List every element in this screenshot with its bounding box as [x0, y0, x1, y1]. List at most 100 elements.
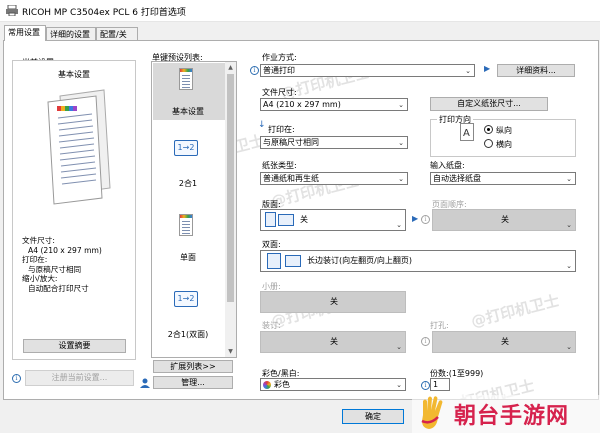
radio-landscape[interactable] — [484, 139, 493, 148]
paper-type-select[interactable]: 普通纸和再生纸 ⌄ — [260, 172, 408, 185]
job-type-select[interactable]: 普通打印 ⌄ — [260, 64, 475, 77]
preset-2in1[interactable]: 1→2 2合1 — [155, 138, 221, 194]
info-line: 与原稿尺寸相同 — [28, 264, 82, 274]
info-line: 自动配合打印尺寸 — [28, 283, 89, 293]
current-settings-name: 基本设置 — [58, 70, 90, 79]
window-title: RICOH MP C3504ex PCL 6 打印首选项 — [22, 8, 186, 18]
page-order-value: 关 — [501, 215, 509, 224]
document-icon — [179, 68, 193, 90]
manage-button[interactable]: 管理... — [153, 376, 233, 389]
play-arrow-icon: ▶ — [484, 64, 491, 73]
doc-size-label: 文件尺寸: — [262, 88, 297, 97]
chevron-down-icon: ⌄ — [566, 175, 572, 183]
ok-button[interactable]: 确定 — [342, 409, 404, 424]
punch-value: 关 — [501, 337, 509, 346]
chevron-down-icon: ⌄ — [566, 343, 572, 351]
page-order-select[interactable]: 关 ⌄ — [432, 209, 576, 231]
info-icon: i — [421, 215, 430, 224]
n-up-icon: 1→2 — [174, 291, 198, 307]
scroll-down-icon[interactable]: ▼ — [226, 348, 235, 355]
chevron-down-icon: ⌄ — [566, 221, 572, 229]
staple-select[interactable]: 关 ⌄ — [260, 331, 406, 353]
staple-value: 关 — [330, 337, 338, 346]
preset-label: 单面 — [180, 253, 196, 262]
title-bar: RICOH MP C3504ex PCL 6 打印首选项 — [0, 0, 600, 22]
doc-size-select[interactable]: A4 (210 x 297 mm) ⌄ — [260, 98, 408, 111]
preset-basic[interactable]: 基本设置 — [155, 66, 221, 122]
chevron-down-icon: ⌄ — [465, 67, 471, 75]
register-current-settings-button[interactable]: 注册当前设置... — [25, 370, 134, 386]
input-tray-select[interactable]: 自动选择纸盘 ⌄ — [430, 172, 576, 185]
info-icon: i — [12, 374, 21, 383]
chevron-down-icon: ⌄ — [566, 262, 572, 270]
preset-label: 基本设置 — [172, 107, 204, 116]
scroll-up-icon[interactable]: ▲ — [226, 64, 235, 71]
play-arrow-icon: ▶ — [412, 214, 419, 223]
info-icon: i — [421, 381, 430, 390]
doc-size-value: A4 (210 x 297 mm) — [263, 100, 341, 109]
tab-config[interactable]: 配置/关于 — [96, 27, 138, 50]
info-line: 文件尺寸: — [22, 236, 55, 245]
input-tray-value: 自动选择纸盘 — [433, 174, 481, 183]
preset-label: 2合1(双面) — [167, 330, 209, 339]
color-value: 彩色 — [274, 380, 290, 389]
print-on-label: 打印在: — [268, 125, 295, 134]
input-tray-label: 输入纸盘: — [430, 161, 465, 170]
preset-2in1-duplex[interactable]: 1→2 2合1(双面) — [155, 289, 221, 345]
paper-type-value: 普通纸和再生纸 — [263, 174, 319, 183]
punch-label: 打孔: — [430, 321, 449, 330]
info-line: 缩小/放大: — [22, 274, 58, 283]
duplex-select[interactable]: 长边装订(向左翻页/向上翻页) ⌄ — [260, 250, 576, 272]
layout-select[interactable]: 关 ⌄ — [260, 209, 406, 231]
info-line: A4 (210 x 297 mm) — [28, 245, 102, 255]
hand-logo-icon — [421, 396, 443, 429]
punch-select[interactable]: 关 ⌄ — [432, 331, 576, 353]
arrow-down-icon: ↓ — [258, 120, 266, 130]
layout-value: 关 — [300, 215, 308, 224]
color-select[interactable]: 彩色 ⌄ — [260, 378, 406, 391]
print-on-value: 与原稿尺寸相同 — [263, 138, 319, 147]
n-up-icon: 1→2 — [174, 140, 198, 156]
site-logo: 朝台手游网 — [412, 395, 600, 433]
scrollbar-thumb[interactable] — [227, 74, 234, 302]
site-logo-text: 朝台手游网 — [454, 404, 570, 429]
orientation-option: 纵向 — [496, 126, 512, 135]
document-preview-icon — [30, 88, 118, 208]
copies-input[interactable]: 1 — [430, 378, 450, 391]
custom-paper-size-button[interactable]: 自定义纸张尺寸... — [430, 97, 548, 111]
preset-label: 2合1 — [178, 179, 198, 188]
orientation-option: 横向 — [496, 140, 512, 149]
duplex-flip-icon — [285, 254, 301, 267]
svg-text:A: A — [463, 128, 470, 139]
chevron-down-icon: ⌄ — [396, 381, 402, 389]
printer-icon — [6, 4, 18, 17]
portrait-preview-icon: A — [460, 123, 474, 141]
radio-portrait[interactable] — [484, 125, 493, 134]
details-button[interactable]: 详细资料... — [497, 64, 575, 77]
job-type-label: 作业方式: — [262, 53, 297, 62]
tab-common[interactable]: 常用设置 — [4, 25, 46, 41]
color-wheel-icon — [263, 380, 271, 389]
booklet-select[interactable]: 关 — [260, 291, 406, 313]
info-line: 打印在: — [22, 255, 48, 264]
chevron-down-icon: ⌄ — [396, 221, 402, 229]
print-on-select[interactable]: 与原稿尺寸相同 ⌄ — [260, 136, 408, 149]
job-type-value: 普通打印 — [263, 66, 295, 75]
chevron-down-icon: ⌄ — [398, 101, 404, 109]
duplex-label: 双面: — [262, 240, 281, 249]
single-page-icon — [265, 212, 276, 227]
settings-summary-button[interactable]: 设置摘要 — [23, 339, 126, 353]
preset-single-side[interactable]: 单面 — [155, 212, 221, 268]
booklet-value: 关 — [330, 297, 338, 306]
current-settings-details: 文件尺寸: A4 (210 x 297 mm) 打印在: 与原稿尺寸相同 缩小/… — [22, 236, 102, 293]
expand-list-button[interactable]: 扩展列表>> — [153, 360, 233, 373]
staple-label: 装订: — [262, 321, 281, 330]
chevron-down-icon: ⌄ — [398, 175, 404, 183]
tab-detailed[interactable]: 详细的设置 — [46, 27, 96, 41]
chevron-down-icon: ⌄ — [396, 343, 402, 351]
chevron-down-icon: ⌄ — [398, 139, 404, 147]
presets-scrollbar[interactable]: ▲ ▼ — [225, 62, 236, 357]
duplex-value: 长边装订(向左翻页/向上翻页) — [307, 256, 412, 265]
copies-value: 1 — [433, 380, 439, 389]
user-icon — [140, 378, 150, 388]
